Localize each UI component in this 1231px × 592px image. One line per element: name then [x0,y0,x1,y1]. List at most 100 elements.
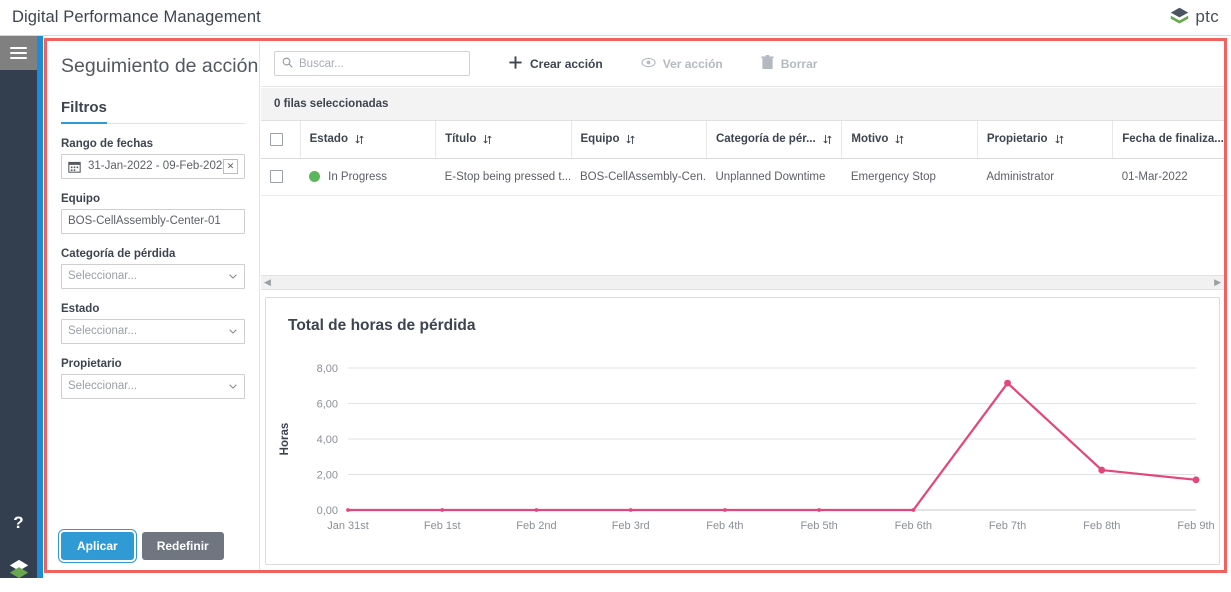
filters-panel: Seguimiento de acción Filtros Rango de f… [47,41,260,570]
ptc-diamond-icon[interactable] [0,546,37,592]
column-label: Motivo [851,133,889,146]
owner-select[interactable]: Seleccionar... [61,373,245,399]
row-select-cell[interactable] [261,158,301,196]
close-icon[interactable]: ✕ [223,158,238,174]
chart-data-point[interactable] [1004,379,1011,387]
table-row[interactable]: In Progress E-Stop being pressed t... BO… [261,158,1224,196]
chevron-left-icon[interactable]: ◀ [264,277,271,287]
search-icon [282,55,293,73]
status-select[interactable]: Seleccionar... [61,318,245,344]
reset-button[interactable]: Redefinir [141,532,224,560]
chart-series-line [346,381,1198,512]
eye-icon [641,55,656,73]
column-header-titulo[interactable]: Título [435,121,572,159]
chevron-down-icon [228,271,238,281]
status-value: Seleccionar... [68,325,138,337]
x-axis-tick-label: Feb 7th [989,520,1026,532]
chart-data-point[interactable] [911,508,916,512]
chevron-right-icon[interactable]: ▶ [1214,277,1221,287]
x-axis-tick-label: Feb 2nd [516,520,556,532]
loss-category-label: Categoría de pérdida [61,247,176,260]
section-title: Seguimiento de acción [61,55,259,77]
apply-button[interactable]: Aplicar [58,529,137,563]
chart-data-point[interactable] [440,508,445,512]
cell-equipo: BOS-CellAssembly-Cen... [571,158,707,196]
content-area: Seguimiento de acción Filtros Rango de f… [47,41,1224,570]
x-axis-tick-label: Feb 3rd [612,520,650,532]
cell-estado: In Progress [300,158,436,196]
left-nav-rail: ? [0,36,37,579]
delete-label: Borrar [780,56,818,71]
y-axis-tick-label: 6,00 [317,399,338,411]
table-header-row: Estado Título Equipo Categoría de pér...… [261,121,1224,159]
status-badge [309,171,321,182]
x-axis-tick-label: Feb 8th [1083,520,1120,532]
column-label: Propietario [986,133,1048,146]
x-axis-tick-label: Feb 1st [424,520,461,532]
selection-status: 0 filas seleccionadas [261,88,1224,121]
select-all-checkbox[interactable] [270,132,283,146]
chart-data-point[interactable] [1192,476,1200,484]
rail-accent-stripe [37,36,43,578]
sort-icon [1054,134,1064,145]
loss-category-select[interactable]: Seleccionar... [61,263,245,289]
app-title-bar: Digital Performance Management ptc [0,0,1231,36]
y-axis-tick-label: 8,00 [317,363,338,375]
loss-hours-chart-card: Total de horas de pérdida 0,00 2,00 4,00 6,… [265,297,1220,565]
scrollbar-track[interactable]: ◀ ▶ [261,274,1224,290]
chart-data-point[interactable] [346,508,350,512]
delete-button[interactable]: Borrar [761,54,818,73]
sort-icon [823,134,832,145]
y-axis-tick-label: 2,00 [317,470,338,482]
actions-table-wrapper: Estado Título Equipo Categoría de pér...… [261,121,1224,271]
owner-value: Seleccionar... [68,380,138,392]
ptc-mark-icon [1169,6,1190,27]
filters-heading: Filtros [61,99,107,124]
equipment-value: BOS-CellAssembly-Center-01 [68,215,221,227]
cell-motivo: Emergency Stop [841,158,978,196]
date-range-field[interactable]: 31-Jan-2022 - 09-Feb-2022 ✕ [61,153,245,179]
help-icon[interactable]: ? [0,500,37,546]
column-header-equipo[interactable]: Equipo [571,121,707,159]
y-axis-tick-label: 4,00 [317,434,338,446]
x-axis-tick-label: Feb 6th [895,520,932,532]
action-toolbar: Buscar... Crear acción Ver acción Borrar [261,41,1224,87]
loss-hours-line-chart: 0,00 2,00 4,00 6,00 8,00 Horas Jan 31st Feb 1st… [279,363,1215,532]
column-header-estado[interactable]: Estado [300,121,437,159]
view-action-label: Ver acción [662,56,723,71]
sort-icon [895,134,905,145]
view-action-button[interactable]: Ver acción [641,55,723,73]
column-label: Categoría de pér... [715,133,816,146]
equipment-label: Equipo [61,192,100,205]
chart-data-point[interactable] [817,508,822,512]
chart-data-point[interactable] [722,508,727,512]
ptc-logo: ptc [1169,6,1219,27]
search-input[interactable]: Buscar... [274,51,470,76]
status-text: In Progress [328,170,387,183]
equipment-field[interactable]: BOS-CellAssembly-Center-01 [61,208,245,234]
x-axis-tick-label: Feb 5th [800,520,837,532]
chart-data-point[interactable] [1098,466,1106,474]
chevron-down-icon [228,326,238,336]
column-header-motivo[interactable]: Motivo [841,121,978,159]
chart-data-point[interactable] [628,508,633,512]
row-checkbox[interactable] [270,170,283,183]
main-panel: Buscar... Crear acción Ver acción Borrar… [261,41,1224,570]
calendar-icon [68,160,81,173]
column-header-fecha-finalizacion[interactable]: Fecha de finaliza... [1112,121,1224,159]
search-placeholder: Buscar... [299,57,344,70]
column-header-propietario[interactable]: Propietario [977,121,1114,159]
sort-icon [355,134,364,145]
column-header-categoria[interactable]: Categoría de pér... [706,121,843,159]
x-axis-tick-label: Feb 4th [706,520,743,532]
table-horizontal-scrollbar[interactable]: ◀ ▶ [261,271,1224,293]
x-axis-tick-label: Feb 9th [1177,520,1214,532]
chevron-down-icon [228,381,238,391]
filters-actions: Aplicar Redefinir [58,529,224,563]
column-label: Estado [309,133,348,146]
select-all-header[interactable] [261,121,301,159]
hamburger-icon[interactable] [0,36,37,70]
chart-data-point[interactable] [534,508,539,512]
ptc-wordmark: ptc [1195,6,1219,26]
create-action-button[interactable]: Crear acción [508,55,603,73]
